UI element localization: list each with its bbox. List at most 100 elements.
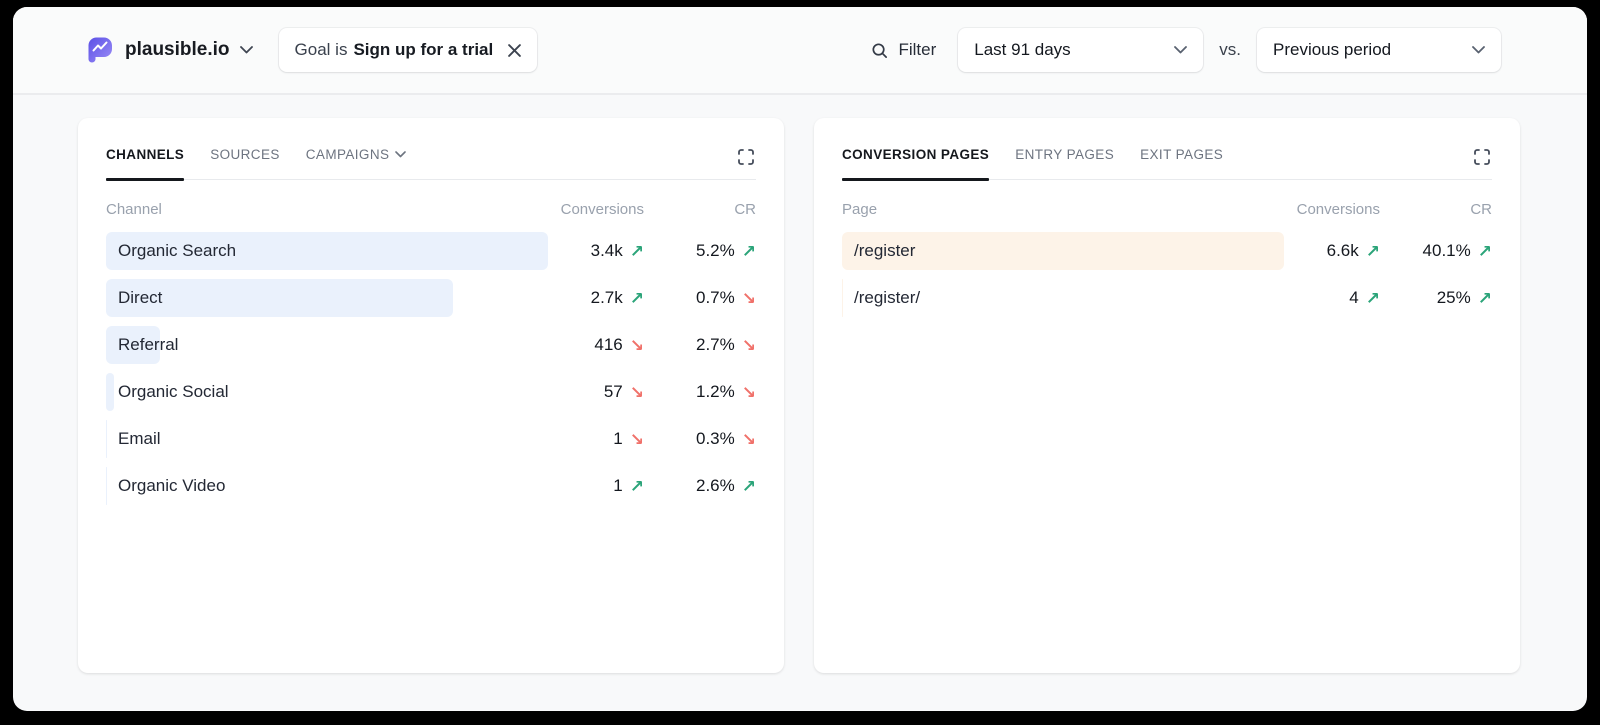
date-range-select[interactable]: Last 91 days: [958, 28, 1203, 72]
cr-value: 2.6%: [696, 476, 735, 496]
table-row[interactable]: Organic Search 3.4k ↗5.2%↗: [106, 232, 756, 270]
column-header-cr: CR: [644, 201, 756, 218]
table-row[interactable]: Organic Social 57↘ 1.2% ↘: [106, 373, 756, 411]
row-cr-cell: 2.7%↘: [644, 335, 756, 355]
column-header-name: Page: [842, 201, 1284, 218]
cr-value: 0.3%: [696, 429, 735, 449]
expand-icon[interactable]: [736, 147, 756, 167]
channels-tabs: CHANNELS SOURCES CAMPAIGNS: [106, 147, 736, 179]
goal-filter-value: Sign up for a trial: [353, 40, 493, 60]
row-conversions-cell: 416 ↘: [548, 335, 644, 355]
channels-panel: CHANNELS SOURCES CAMPAIGNS Channel Convers…: [78, 118, 784, 673]
conversions-value: 6.6k: [1327, 241, 1359, 261]
trend-down-icon: ↘: [742, 384, 756, 401]
trend-down-icon: ↘: [742, 431, 756, 448]
trend-down-icon: ↘: [742, 337, 756, 354]
cr-value: 0.7%: [696, 288, 735, 308]
chevron-down-icon: [240, 46, 253, 54]
column-header-name: Channel: [106, 201, 548, 218]
channels-rows: Organic Search3.4k↗5.2%↗Direct2.7k↗0.7%↘…: [106, 232, 756, 505]
goal-filter-chip[interactable]: Goal is Sign up for a trial: [279, 28, 538, 72]
trend-up-icon: ↗: [1478, 290, 1492, 307]
plausible-logo-icon: [85, 35, 115, 65]
app-window: plausible.io Goal is Sign up for a trial…: [13, 7, 1587, 711]
cr-value: 1.2%: [696, 382, 735, 402]
table-row[interactable]: Organic Video 1 ↗2.6% ↗: [106, 467, 756, 505]
tab-label: CHANNELS: [106, 147, 184, 162]
trend-up-icon: ↗: [1366, 290, 1380, 307]
trend-down-icon: ↘: [630, 384, 644, 401]
tab-label: CONVERSION PAGES: [842, 147, 989, 162]
table-row[interactable]: Email 1 ↘0.3% ↘: [106, 420, 756, 458]
conversions-value: 1: [613, 476, 622, 496]
row-cr-cell: 1.2% ↘: [644, 382, 756, 402]
dashboard-body: CHANNELS SOURCES CAMPAIGNS Channel Convers…: [13, 95, 1587, 673]
row-conversions-cell: 3.4k ↗: [548, 241, 644, 261]
cr-value: 40.1%: [1423, 241, 1471, 261]
table-row[interactable]: Direct 2.7k ↗ 0.7% ↘: [106, 279, 756, 317]
trend-up-icon: ↗: [742, 478, 756, 495]
topbar-right: Filter Last 91 days vs. Previous period: [870, 28, 1501, 72]
row-name-cell: Direct: [106, 279, 548, 317]
row-label: Organic Search: [118, 241, 236, 261]
row-conversions-cell: 4↗: [1284, 288, 1380, 308]
comparison-select[interactable]: Previous period: [1257, 28, 1501, 72]
filter-label: Filter: [898, 40, 936, 60]
chevron-down-icon: [1472, 46, 1485, 54]
tab-sources[interactable]: SOURCES: [210, 147, 280, 179]
tab-label: ENTRY PAGES: [1015, 147, 1114, 162]
conversions-value: 2.7k: [591, 288, 623, 308]
close-icon[interactable]: [508, 44, 521, 57]
tab-entry-pages[interactable]: ENTRY PAGES: [1015, 147, 1114, 179]
column-headers: Channel Conversions CR: [106, 201, 756, 218]
filter-button[interactable]: Filter: [870, 40, 936, 60]
site-switcher[interactable]: plausible.io: [85, 35, 253, 65]
row-name-cell: /register: [842, 232, 1284, 270]
channels-tabs-row: CHANNELS SOURCES CAMPAIGNS: [106, 118, 756, 180]
comparison-value: Previous period: [1273, 40, 1391, 60]
table-row[interactable]: /register/4↗25%↗: [842, 279, 1492, 317]
row-label: /register/: [854, 288, 920, 308]
tab-conversion-pages[interactable]: CONVERSION PAGES: [842, 147, 989, 179]
chevron-down-icon: [395, 151, 406, 158]
trend-up-icon: ↗: [630, 243, 644, 260]
conversions-value: 3.4k: [591, 241, 623, 261]
row-name-cell: Organic Search: [106, 232, 548, 270]
row-conversions-cell: 2.7k ↗: [548, 288, 644, 308]
conversions-value: 4: [1349, 288, 1358, 308]
trend-down-icon: ↘: [742, 290, 756, 307]
expand-icon[interactable]: [1472, 147, 1492, 167]
tab-label: CAMPAIGNS: [306, 147, 390, 162]
tab-exit-pages[interactable]: EXIT PAGES: [1140, 147, 1223, 179]
row-cr-cell: 5.2%↗: [644, 241, 756, 261]
pages-tabs-row: CONVERSION PAGES ENTRY PAGES EXIT PAGES: [842, 118, 1492, 180]
pages-panel: CONVERSION PAGES ENTRY PAGES EXIT PAGES Pa…: [814, 118, 1520, 673]
row-name-cell: Organic Social: [106, 373, 548, 411]
trend-up-icon: ↗: [630, 290, 644, 307]
table-row[interactable]: /register 6.6k ↗40.1% ↗: [842, 232, 1492, 270]
row-cr-cell: 40.1% ↗: [1380, 241, 1492, 261]
tab-channels[interactable]: CHANNELS: [106, 147, 184, 179]
column-headers: Page Conversions CR: [842, 201, 1492, 218]
row-label: Organic Video: [118, 476, 225, 496]
row-label: Organic Social: [118, 382, 229, 402]
trend-down-icon: ↘: [630, 337, 644, 354]
conversions-value: 416: [594, 335, 622, 355]
date-range-value: Last 91 days: [974, 40, 1070, 60]
row-name-cell: /register/: [842, 279, 1284, 317]
row-name-cell: Referral: [106, 326, 548, 364]
row-label: Email: [118, 429, 161, 449]
row-cr-cell: 0.3% ↘: [644, 429, 756, 449]
table-row[interactable]: Referral 416 ↘2.7%↘: [106, 326, 756, 364]
tab-campaigns[interactable]: CAMPAIGNS: [306, 147, 407, 179]
row-cr-cell: 2.6% ↗: [644, 476, 756, 496]
trend-up-icon: ↗: [1478, 243, 1492, 260]
row-name-cell: Organic Video: [106, 467, 548, 505]
conversions-value: 1: [613, 429, 622, 449]
trend-up-icon: ↗: [742, 243, 756, 260]
row-conversions-cell: 57↘: [548, 382, 644, 402]
row-label: /register: [854, 241, 915, 261]
search-icon: [870, 41, 889, 60]
column-header-conversions: Conversions: [548, 201, 644, 218]
row-label: Referral: [118, 335, 178, 355]
